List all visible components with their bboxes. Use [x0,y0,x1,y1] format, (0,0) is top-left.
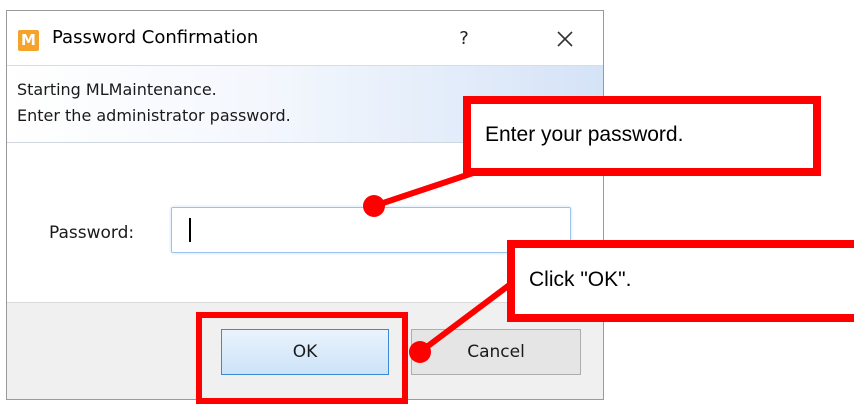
app-logo-icon: M [18,30,39,51]
close-icon [557,31,573,47]
ok-callout: Click "OK". [507,240,854,322]
title-bar: M Password Confirmation ? [7,11,603,65]
password-label: Password: [49,223,135,243]
banner-message-line2: Enter the administrator password. [17,106,291,125]
cancel-button[interactable]: Cancel [411,329,581,375]
password-callout: Enter your password. [463,96,821,176]
close-button[interactable] [547,23,583,55]
help-button[interactable]: ? [449,25,479,53]
ok-button-highlight-frame [196,312,408,404]
dialog-title: Password Confirmation [52,27,259,48]
screenshot-page: M Password Confirmation ? Starting MLMai… [0,0,854,405]
text-cursor [189,218,191,242]
banner-message-line1: Starting MLMaintenance. [17,80,217,99]
